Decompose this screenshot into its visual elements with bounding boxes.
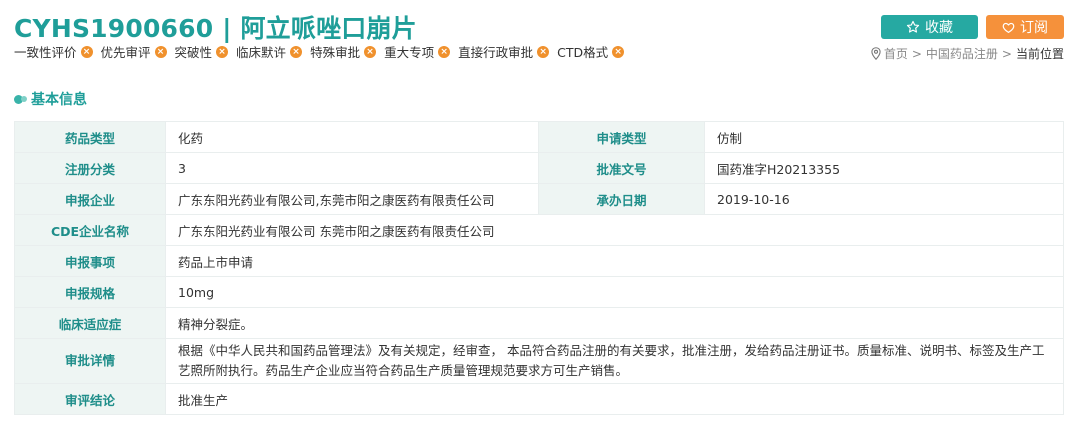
breadcrumb-section[interactable]: 中国药品注册 [926,45,998,62]
table-row: CDE企业名称 广东东阳光药业有限公司 东莞市阳之康医药有限责任公司 [14,214,1064,246]
conclusion-value: 批准生产 [165,383,1064,415]
tag-major-project[interactable]: 重大专项 × [384,42,451,61]
heart-icon [1002,22,1015,33]
apply-item-value: 药品上市申请 [165,245,1064,277]
apply-item-label: 申报事项 [14,245,166,277]
close-circle-icon[interactable]: × [537,45,550,58]
section-dot-icon [21,96,27,102]
header-actions: 收藏 订阅 [881,15,1064,39]
breadcrumb: 首页 > 中国药品注册 > 当前位置 [870,45,1064,62]
basic-info-table: 药品类型 化药 申请类型 仿制 注册分类 3 批准文号 国药准字H2021335… [14,121,1064,415]
section-title-text: 基本信息 [31,92,87,108]
reg-class-label: 注册分类 [14,152,166,184]
cde-company-label: CDE企业名称 [14,214,166,246]
applicant-value: 广东东阳光药业有限公司,东莞市阳之康医药有限责任公司 [165,183,539,215]
table-row: 注册分类 3 批准文号 国药准字H20213355 [14,152,1064,184]
table-row: 申报企业 广东东阳光药业有限公司,东莞市阳之康医药有限责任公司 承办日期 201… [14,183,1064,215]
breadcrumb-home[interactable]: 首页 [884,45,908,62]
favorite-label: 收藏 [925,20,953,36]
accept-date-value: 2019-10-16 [704,183,1064,215]
spec-value: 10mg [165,276,1064,308]
accept-date-label: 承办日期 [538,183,705,215]
breadcrumb-current: 当前位置 [1015,47,1064,61]
apply-type-value: 仿制 [704,121,1064,153]
page-header: CYHS1900660 | 阿立哌唑口崩片 一致性评价 × 优先审评 × 突破性 × … [14,12,1064,66]
approval-detail-value: 根据《中华人民共和国药品管理法》及有关规定，经审查， 本品符合药品注册的有关要求… [165,338,1064,384]
breadcrumb-separator: > [1001,46,1012,61]
drug-type-label: 药品类型 [14,121,166,153]
breadcrumb-separator: > [911,46,922,61]
apply-type-label: 申请类型 [538,121,705,153]
tag-consistency[interactable]: 一致性评价 × [14,42,93,61]
favorite-button[interactable]: 收藏 [881,15,978,39]
table-row: 申报事项 药品上市申请 [14,245,1064,277]
conclusion-label: 审评结论 [14,383,166,415]
table-row: 审批详情 根据《中华人民共和国药品管理法》及有关规定，经审查， 本品符合药品注册… [14,338,1064,384]
tag-special-approval[interactable]: 特殊审批 × [310,42,377,61]
table-row: 药品类型 化药 申请类型 仿制 [14,121,1064,153]
location-pin-icon [871,47,881,60]
close-circle-icon[interactable]: × [364,45,377,58]
approval-detail-label: 审批详情 [14,338,166,384]
approval-no-value: 国药准字H20213355 [704,152,1064,184]
page-title: CYHS1900660 | 阿立哌唑口崩片 [14,14,417,43]
table-row: 审评结论 批准生产 [14,383,1064,415]
spec-label: 申报规格 [14,276,166,308]
applicant-label: 申报企业 [14,183,166,215]
indication-label: 临床适应症 [14,307,166,339]
subscribe-button[interactable]: 订阅 [986,15,1064,39]
tag-breakthrough[interactable]: 突破性 × [175,42,229,61]
subscribe-label: 订阅 [1020,20,1048,36]
indication-value: 精神分裂症。 [165,307,1064,339]
section-basic-info: 基本信息 [14,89,87,109]
close-circle-icon[interactable]: × [154,45,167,58]
table-row: 申报规格 10mg [14,276,1064,308]
tag-clinical-implied[interactable]: 临床默许 × [236,42,303,61]
tag-ctd-format[interactable]: CTD格式 × [557,42,625,61]
close-circle-icon[interactable]: × [80,45,93,58]
tag-priority-review[interactable]: 优先审评 × [101,42,167,61]
filter-tags: 一致性评价 × 优先审评 × 突破性 × 临床默许 × 特殊审批 × 重大专项 × 直接行政… [14,42,632,61]
approval-no-label: 批准文号 [538,152,705,184]
table-row: 临床适应症 精神分裂症。 [14,307,1064,339]
close-circle-icon[interactable]: × [290,45,303,58]
reg-class-value: 3 [165,152,539,184]
close-circle-icon[interactable]: × [216,45,229,58]
star-icon [906,20,920,33]
tag-direct-admin-approval[interactable]: 直接行政审批 × [458,42,550,61]
close-circle-icon[interactable]: × [612,45,625,58]
close-circle-icon[interactable]: × [438,45,451,58]
cde-company-value: 广东东阳光药业有限公司 东莞市阳之康医药有限责任公司 [165,214,1064,246]
drug-type-value: 化药 [165,121,539,153]
